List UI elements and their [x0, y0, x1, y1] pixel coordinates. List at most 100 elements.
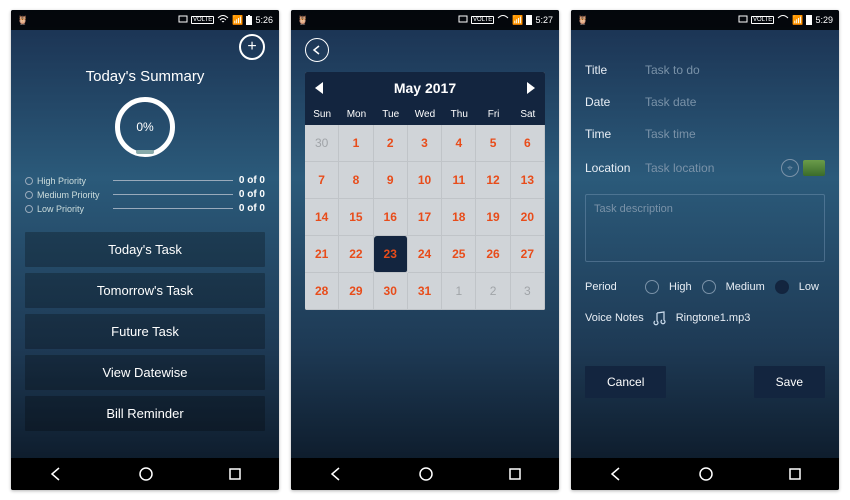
- progress-ring: 0%: [115, 97, 175, 157]
- cal-day[interactable]: 20: [511, 199, 545, 236]
- signal-icon: 📶: [512, 15, 523, 26]
- nav-back-icon[interactable]: [327, 465, 345, 483]
- cal-day[interactable]: 9: [374, 162, 408, 199]
- cal-next-button[interactable]: [527, 82, 535, 94]
- cal-day[interactable]: 24: [408, 236, 442, 273]
- field-time[interactable]: Time Task time: [585, 118, 825, 150]
- image-thumb-icon[interactable]: [803, 160, 825, 176]
- cal-day[interactable]: 15: [339, 199, 373, 236]
- cal-weekday: Thu: [442, 104, 476, 125]
- cal-day[interactable]: 29: [339, 273, 373, 310]
- nav-back-icon[interactable]: [607, 465, 625, 483]
- cal-day[interactable]: 16: [374, 199, 408, 236]
- nav-back-icon[interactable]: [47, 465, 65, 483]
- cal-day[interactable]: 12: [476, 162, 510, 199]
- cal-day[interactable]: 25: [442, 236, 476, 273]
- field-date[interactable]: Date Task date: [585, 86, 825, 118]
- progress-percent: 0%: [136, 120, 153, 134]
- nav-bar: [291, 458, 559, 490]
- nav-recent-icon[interactable]: [787, 466, 803, 482]
- cal-day[interactable]: 22: [339, 236, 373, 273]
- voice-notes-row[interactable]: Voice Notes Ringtone1.mp3: [585, 310, 825, 326]
- cal-day[interactable]: 18: [442, 199, 476, 236]
- music-note-icon: [652, 310, 668, 326]
- summary-title: Today's Summary: [25, 68, 265, 85]
- owl-icon: 🦉: [297, 15, 308, 26]
- cal-day[interactable]: 13: [511, 162, 545, 199]
- nav-recent-icon[interactable]: [227, 466, 243, 482]
- field-description[interactable]: Task description: [585, 194, 825, 262]
- cal-day[interactable]: 30: [374, 273, 408, 310]
- clock-text: 5:27: [535, 15, 553, 25]
- field-location[interactable]: Location Task location ⌖: [585, 150, 825, 186]
- signal-icon: 📶: [792, 15, 803, 26]
- cal-day[interactable]: 5: [476, 125, 510, 162]
- cal-day[interactable]: 28: [305, 273, 339, 310]
- cal-weekday: Mon: [339, 104, 373, 125]
- cal-day[interactable]: 2: [374, 125, 408, 162]
- nav-home-icon[interactable]: [697, 465, 715, 483]
- cal-day[interactable]: 10: [408, 162, 442, 199]
- menu-tomorrows-task[interactable]: Tomorrow's Task: [25, 273, 265, 308]
- nav-bar: [11, 458, 279, 490]
- nav-bar: [571, 458, 839, 490]
- nav-recent-icon[interactable]: [507, 466, 523, 482]
- cal-day[interactable]: 23: [374, 236, 408, 273]
- menu-bill-reminder[interactable]: Bill Reminder: [25, 396, 265, 431]
- nav-home-icon[interactable]: [417, 465, 435, 483]
- radio-high[interactable]: [645, 280, 659, 294]
- cast-icon: [458, 15, 468, 25]
- add-button[interactable]: +: [239, 34, 265, 60]
- radio-medium[interactable]: [702, 280, 716, 294]
- cast-icon: [178, 15, 188, 25]
- signal-icon: 📶: [232, 15, 243, 26]
- cal-day[interactable]: 14: [305, 199, 339, 236]
- nav-home-icon[interactable]: [137, 465, 155, 483]
- arrow-left-icon: [311, 44, 323, 56]
- menu-todays-task[interactable]: Today's Task: [25, 232, 265, 267]
- cal-month-label: May 2017: [394, 80, 456, 96]
- cal-day[interactable]: 27: [511, 236, 545, 273]
- cal-day[interactable]: 6: [511, 125, 545, 162]
- cal-day[interactable]: 2: [476, 273, 510, 310]
- battery-icon: [806, 15, 812, 25]
- cal-prev-button[interactable]: [315, 82, 323, 94]
- field-title[interactable]: Title Task to do: [585, 54, 825, 86]
- save-button[interactable]: Save: [754, 366, 825, 398]
- cancel-button[interactable]: Cancel: [585, 366, 666, 398]
- cal-day[interactable]: 1: [442, 273, 476, 310]
- cal-day[interactable]: 17: [408, 199, 442, 236]
- location-pin-icon[interactable]: ⌖: [781, 159, 799, 177]
- radio-low[interactable]: [775, 280, 789, 294]
- cal-day[interactable]: 21: [305, 236, 339, 273]
- status-bar: 🦉 VOLTE 📶 5:26: [11, 10, 279, 30]
- volte-badge: VOLTE: [471, 16, 494, 24]
- status-bar: 🦉 VOLTE 📶 5:29: [571, 10, 839, 30]
- cal-day[interactable]: 3: [511, 273, 545, 310]
- priority-row: Medium Priority0 of 0: [25, 189, 265, 200]
- priority-list: High Priority0 of 0 Medium Priority0 of …: [25, 175, 265, 214]
- cast-icon: [738, 15, 748, 25]
- wifi-icon: [497, 15, 509, 25]
- cal-day[interactable]: 26: [476, 236, 510, 273]
- cal-day[interactable]: 30: [305, 125, 339, 162]
- cal-weekday: Sat: [511, 104, 545, 125]
- cal-day[interactable]: 4: [442, 125, 476, 162]
- cal-day[interactable]: 19: [476, 199, 510, 236]
- cal-weekday: Wed: [408, 104, 442, 125]
- back-button[interactable]: [305, 38, 329, 62]
- cal-day[interactable]: 3: [408, 125, 442, 162]
- wifi-icon: [217, 15, 229, 25]
- phone-calendar: 🦉 VOLTE 📶 5:27 May 2017 SunMonTueWedThuF…: [291, 10, 559, 490]
- cal-day[interactable]: 8: [339, 162, 373, 199]
- cal-day[interactable]: 1: [339, 125, 373, 162]
- owl-icon: 🦉: [577, 15, 588, 26]
- cal-day[interactable]: 11: [442, 162, 476, 199]
- cal-day[interactable]: 7: [305, 162, 339, 199]
- owl-icon: 🦉: [17, 15, 28, 26]
- volte-badge: VOLTE: [751, 16, 774, 24]
- cal-day[interactable]: 31: [408, 273, 442, 310]
- menu-view-datewise[interactable]: View Datewise: [25, 355, 265, 390]
- clock-text: 5:26: [255, 15, 273, 25]
- menu-future-task[interactable]: Future Task: [25, 314, 265, 349]
